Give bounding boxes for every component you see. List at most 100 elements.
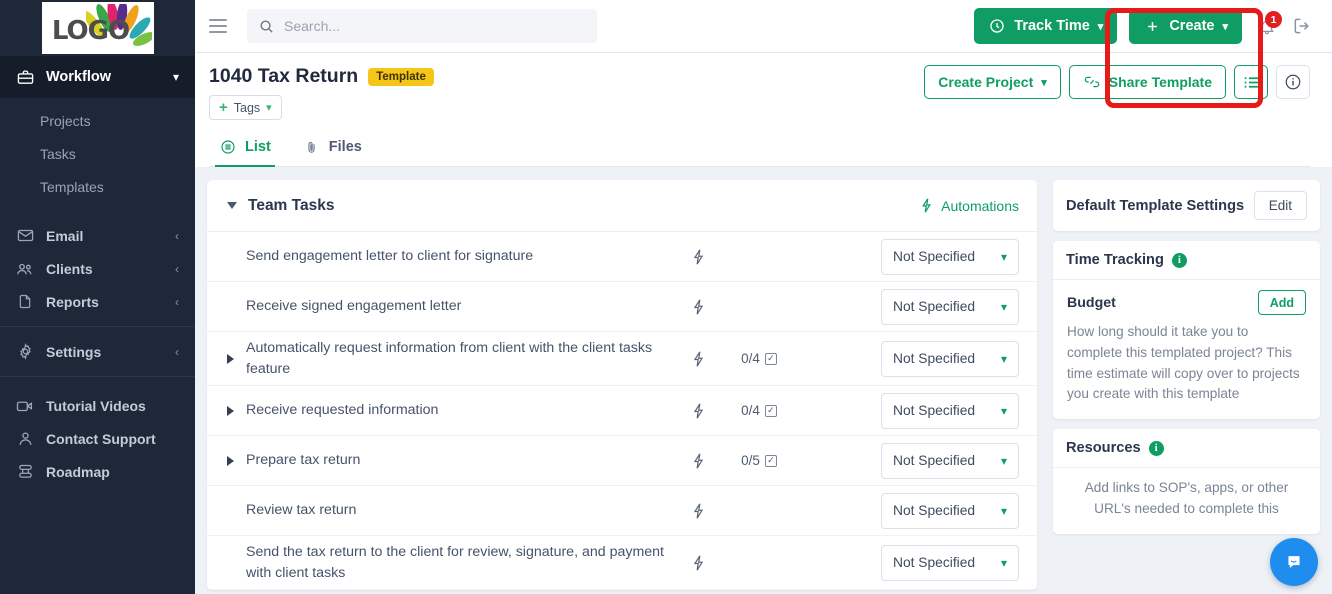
logo[interactable]: LOGO: [0, 0, 195, 56]
task-automation-icon-wrap[interactable]: [676, 554, 720, 572]
info-button[interactable]: [1276, 65, 1310, 99]
app-root: LOGO Workflow ▾ Projects Tasks Templates: [0, 0, 1332, 594]
content-area: Team Tasks Automations Send engagement l…: [195, 167, 1332, 594]
notification-badge: 1: [1265, 11, 1282, 28]
chevron-down-icon: ▾: [1000, 403, 1007, 418]
sidebar-item-workflow[interactable]: Workflow ▾: [0, 56, 195, 98]
table-row[interactable]: Review tax return Not Specified ▾: [207, 486, 1037, 537]
status-dropdown[interactable]: Not Specified ▾: [881, 544, 1019, 581]
create-project-button[interactable]: Create Project ▾: [924, 65, 1061, 99]
logout-icon[interactable]: [1292, 15, 1312, 37]
status-dropdown[interactable]: Not Specified ▾: [881, 288, 1019, 325]
sidebar-item-email[interactable]: Email ‹: [0, 219, 195, 252]
info-circle-icon[interactable]: i: [1148, 440, 1164, 456]
tab-files[interactable]: Files: [299, 132, 366, 167]
chevron-left-icon[interactable]: ‹: [175, 295, 179, 309]
sidebar-item-projects[interactable]: Projects: [0, 104, 195, 137]
notifications-button[interactable]: 1: [1254, 11, 1282, 41]
automations-label: Automations: [941, 197, 1019, 214]
task-automation-icon-wrap[interactable]: [676, 350, 720, 368]
task-name: Receive requested information: [246, 402, 439, 419]
task-automation-icon-wrap[interactable]: [676, 402, 720, 420]
task-name: Receive signed engagement letter: [246, 298, 462, 315]
table-row[interactable]: Send the tax return to the client for re…: [207, 536, 1037, 591]
table-row[interactable]: Receive requested information 0/4 ✓ Not …: [207, 386, 1037, 437]
status-value: Not Specified: [893, 403, 976, 419]
sidebar-item-reports[interactable]: Reports ‹: [0, 285, 195, 318]
subtask-count-label: 0/4: [741, 351, 760, 367]
roadmap-icon: [16, 463, 34, 481]
list-view-button[interactable]: [1234, 65, 1268, 99]
default-template-settings-card: Default Template Settings Edit: [1053, 180, 1320, 231]
track-time-button[interactable]: Track Time ▾: [974, 8, 1118, 44]
sidebar-group-1: Email ‹ Clients ‹ Reports ‹: [0, 219, 195, 318]
chevron-down-icon: ▾: [1000, 503, 1007, 518]
table-row[interactable]: Receive signed engagement letter Not Spe…: [207, 282, 1037, 332]
add-budget-button[interactable]: Add: [1257, 290, 1306, 315]
table-row[interactable]: Prepare tax return 0/5 ✓ Not Specified ▾: [207, 436, 1037, 487]
sidebar-item-tasks[interactable]: Tasks: [0, 137, 195, 170]
table-row[interactable]: Send engagement letter to client for sig…: [207, 232, 1037, 282]
hamburger-icon[interactable]: [209, 19, 227, 33]
edit-button[interactable]: Edit: [1253, 191, 1307, 220]
chevron-left-icon[interactable]: ‹: [175, 345, 179, 359]
triangle-down-icon[interactable]: [227, 202, 237, 209]
automations-button[interactable]: Automations: [917, 197, 1019, 215]
bolt-icon: [689, 402, 707, 420]
status-value: Not Specified: [893, 299, 976, 314]
sidebar-item-settings-label: Settings: [46, 343, 102, 360]
search-bar[interactable]: [247, 9, 597, 43]
add-tags-button[interactable]: + Tags ▾: [209, 95, 282, 120]
sidebar-divider-2: [0, 376, 195, 377]
task-automation-icon-wrap[interactable]: [676, 248, 720, 266]
status-dropdown[interactable]: Not Specified ▾: [881, 238, 1019, 275]
status-dropdown[interactable]: Not Specified ▾: [881, 442, 1019, 479]
sidebar-item-tutorial-videos[interactable]: Tutorial Videos: [0, 389, 195, 422]
sidebar-subitems: Projects Tasks Templates: [0, 98, 195, 203]
share-template-button[interactable]: Share Template: [1068, 65, 1226, 99]
chevron-down-icon: ▾: [1000, 351, 1007, 366]
bolt-icon: [689, 452, 707, 470]
create-button[interactable]: Create ▾: [1129, 8, 1242, 44]
sidebar-item-tutorial-videos-label: Tutorial Videos: [46, 397, 146, 414]
table-row[interactable]: Automatically request information from c…: [207, 332, 1037, 387]
default-template-settings-header: Default Template Settings Edit: [1053, 180, 1320, 231]
chevron-down-icon: ▾: [1097, 20, 1104, 33]
status-dropdown[interactable]: Not Specified ▾: [881, 492, 1019, 529]
page-header: 1040 Tax Return Template + Tags ▾ Create…: [195, 53, 1332, 167]
task-automation-icon-wrap[interactable]: [676, 298, 720, 316]
tab-list[interactable]: List: [215, 132, 275, 167]
info-circle-icon[interactable]: i: [1171, 252, 1187, 268]
task-automation-icon-wrap[interactable]: [676, 452, 720, 470]
subtask-count: 0/4 ✓: [720, 351, 798, 366]
sidebar-item-contact-support[interactable]: Contact Support: [0, 422, 195, 455]
sidebar-item-roadmap[interactable]: Roadmap: [0, 455, 195, 488]
sidebar-item-settings[interactable]: Settings ‹: [0, 335, 195, 368]
title-line: 1040 Tax Return Template: [209, 65, 434, 88]
status-dropdown[interactable]: Not Specified ▾: [881, 392, 1019, 429]
settings-column: Default Template Settings Edit Time Trac…: [1053, 180, 1320, 594]
sidebar-item-workflow-label: Workflow: [46, 69, 111, 85]
tab-files-label: Files: [328, 139, 362, 155]
expand-triangle-icon[interactable]: [227, 405, 234, 416]
expand-triangle-icon[interactable]: [227, 353, 234, 364]
template-badge: Template: [368, 67, 434, 86]
status-value: Not Specified: [893, 249, 976, 264]
status-dropdown[interactable]: Not Specified ▾: [881, 340, 1019, 377]
create-label: Create: [1169, 18, 1215, 34]
time-tracking-card: Time Tracking i Budget Add How long shou…: [1053, 241, 1320, 420]
search-input[interactable]: [284, 18, 587, 34]
intercom-chat-button[interactable]: [1270, 538, 1318, 586]
expand-triangle-icon[interactable]: [227, 455, 234, 466]
sidebar-item-templates[interactable]: Templates: [0, 170, 195, 203]
sidebar-item-clients[interactable]: Clients ‹: [0, 252, 195, 285]
chevron-down-icon[interactable]: ▾: [173, 70, 179, 84]
chevron-left-icon[interactable]: ‹: [175, 262, 179, 276]
chevron-left-icon[interactable]: ‹: [175, 229, 179, 243]
budget-description: How long should it take you to complete …: [1067, 324, 1300, 402]
task-automation-icon-wrap[interactable]: [676, 502, 720, 520]
sidebar-group-3: Tutorial Videos Contact Support Roadmap: [0, 385, 195, 488]
resources-card: Resources i Add links to SOP's, apps, or…: [1053, 429, 1320, 534]
checkbox-icon: ✓: [764, 454, 777, 467]
subtask-count-label: 0/4: [741, 403, 760, 419]
